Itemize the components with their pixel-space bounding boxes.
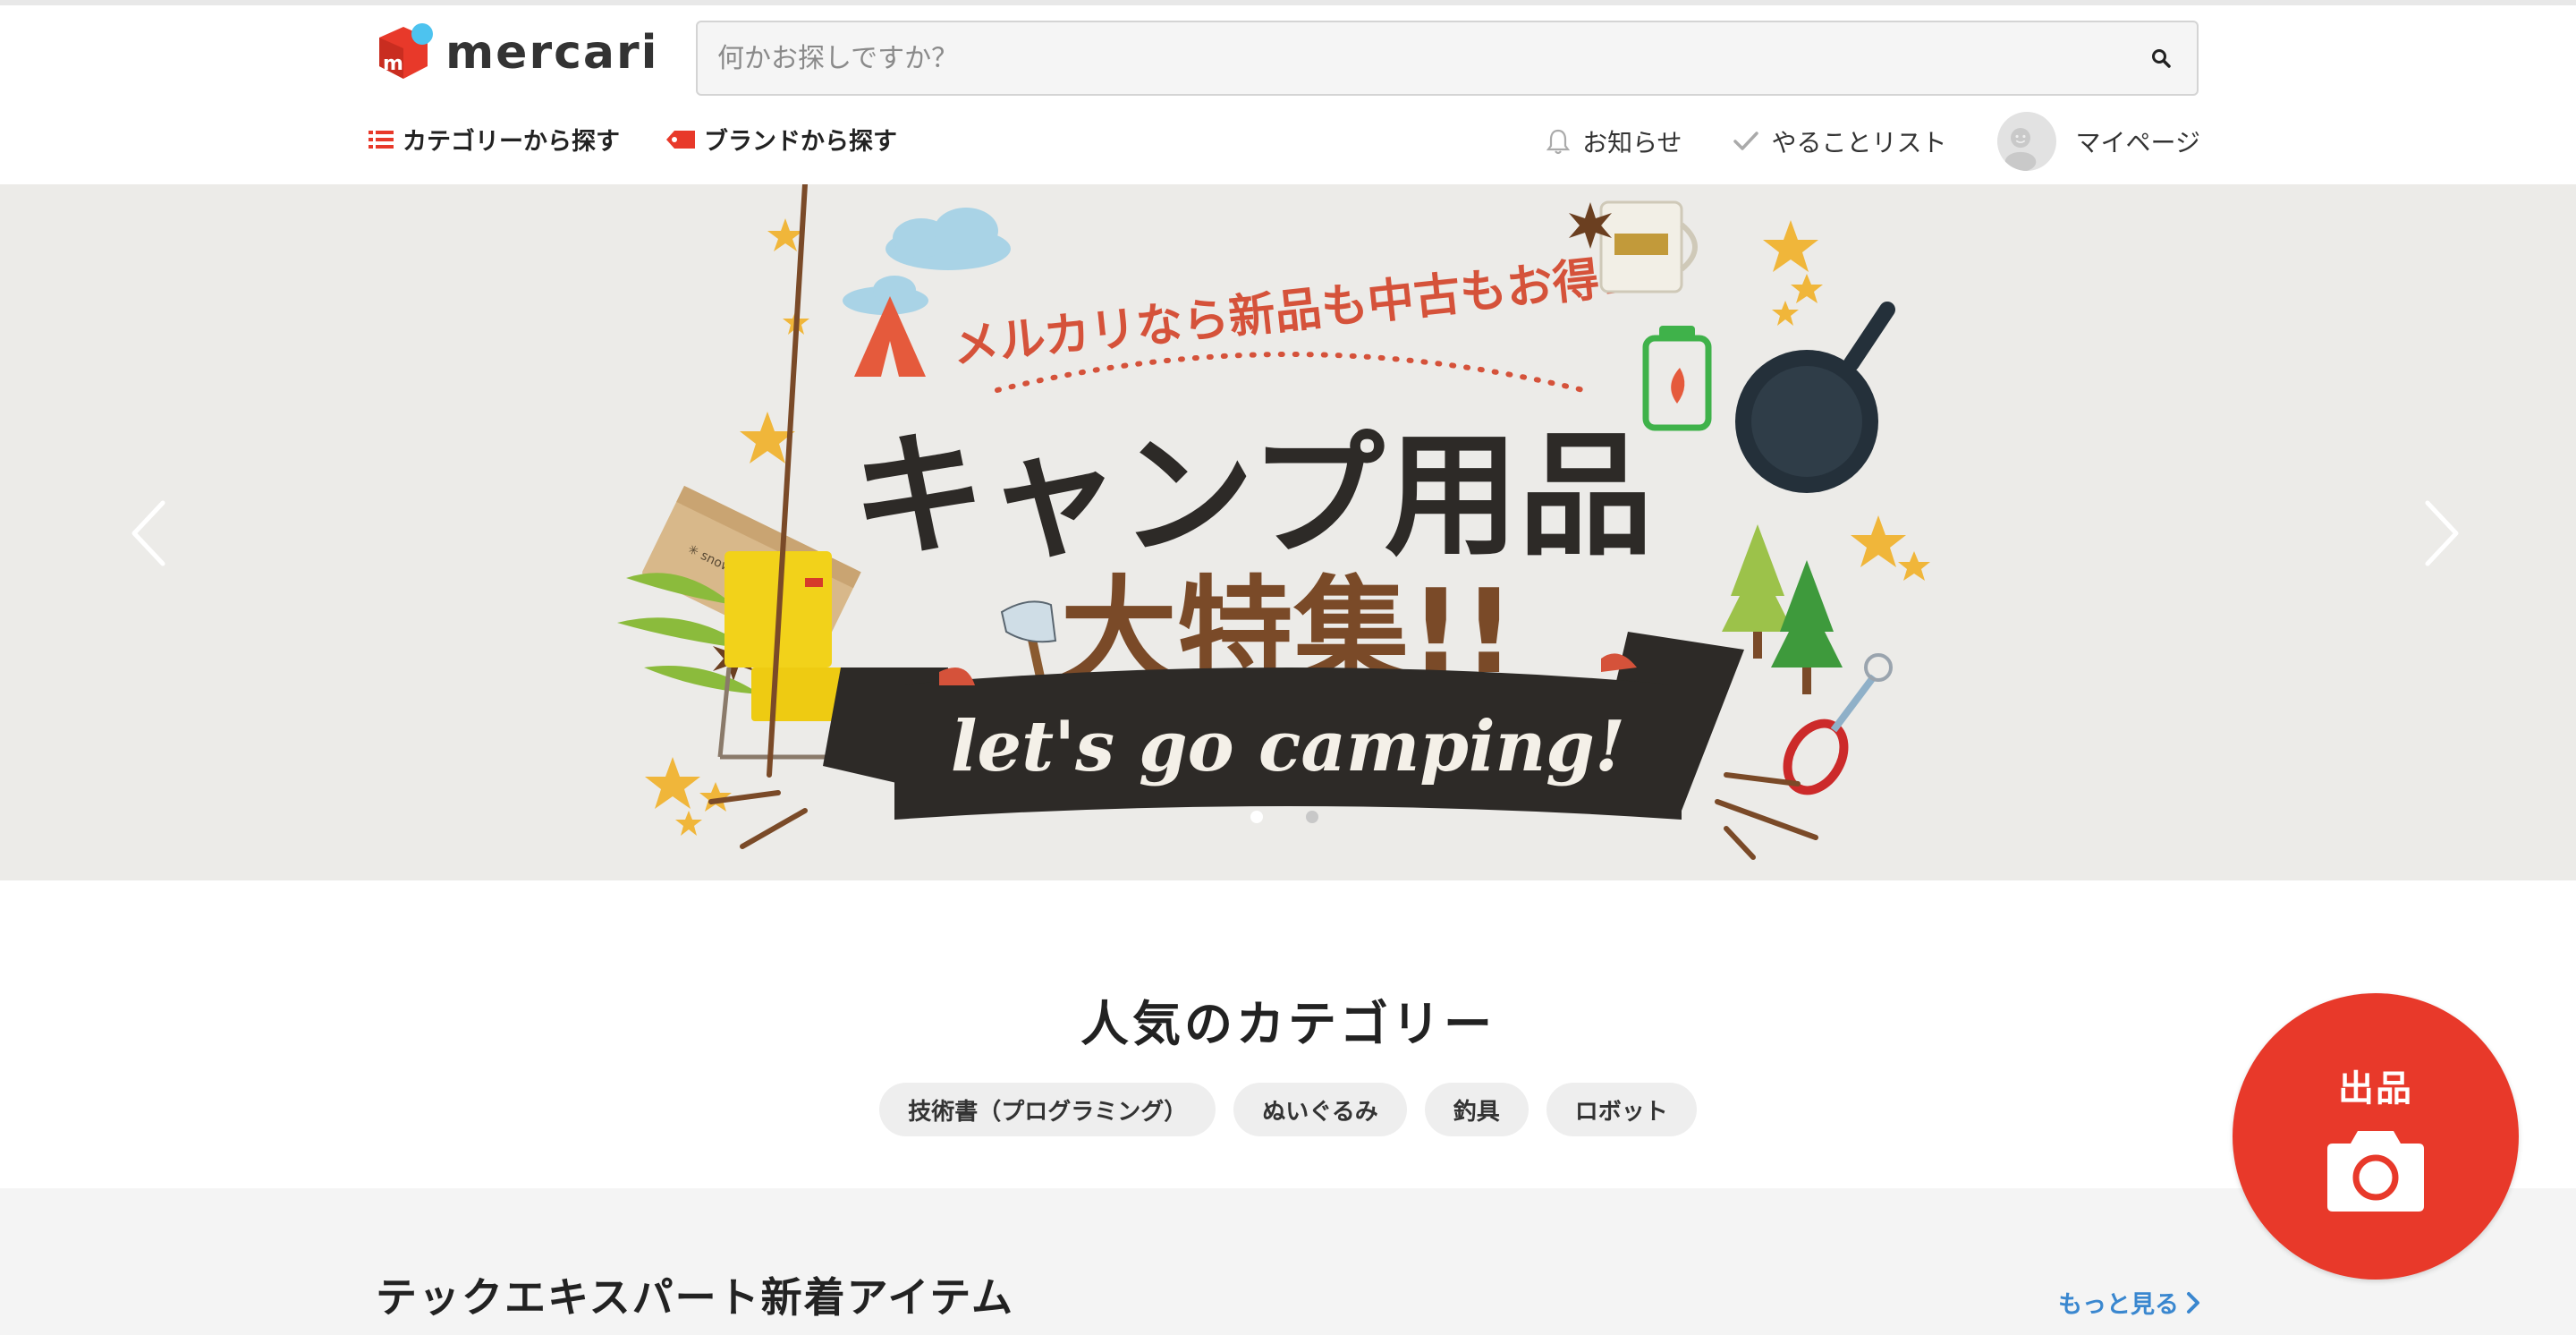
notifications-label: お知らせ (1582, 128, 1682, 157)
category-chip[interactable]: 技術書（プログラミング） (879, 1083, 1216, 1136)
axe-icon (1000, 600, 1057, 687)
mercari-logo-mark: m (374, 23, 433, 82)
banner-headline-top: キャンプ用品 (852, 419, 1653, 574)
category-chip[interactable]: 釣具 (1424, 1083, 1529, 1136)
browse-by-brand-link[interactable]: ブランドから探す (666, 122, 897, 157)
notifications-link[interactable]: お知らせ (1546, 123, 1682, 159)
my-page-link[interactable]: マイページ (1996, 112, 2200, 171)
bell-icon (1546, 129, 1571, 155)
user-nav: お知らせ やることリスト マイページ (1496, 106, 2200, 177)
popular-categories-title: 人気のカテゴリー (1080, 996, 1496, 1052)
search-input[interactable] (698, 22, 2125, 94)
search-icon (2152, 49, 2171, 68)
new-items-section: テックエキスパート新着アイテム もっと見る (0, 1188, 2576, 1335)
see-more-link[interactable]: もっと見る (2058, 1285, 2200, 1320)
my-page-label: マイページ (2075, 128, 2200, 157)
cloud-icon (843, 208, 1011, 315)
category-chip[interactable]: ロボット (1546, 1083, 1697, 1136)
browse-nav: カテゴリーから探す ブランドから探す (369, 122, 944, 157)
todo-list-label: やることリスト (1771, 128, 1947, 157)
carousel-next-button[interactable] (2406, 489, 2478, 578)
chevron-right-icon (2425, 500, 2459, 566)
search-button[interactable] (2125, 22, 2197, 94)
skillet-icon (1735, 302, 1895, 493)
svg-text:m: m (383, 53, 403, 75)
browse-by-brand-label: ブランドから探す (704, 128, 897, 156)
check-icon (1733, 132, 1758, 150)
ribbon-text: let's go camping! (951, 706, 1625, 787)
hero-banner-carousel[interactable]: ✳ snow peak メルカリなら新品も中古もお得! キャンプ用品 大特集!! (0, 184, 2576, 880)
popular-category-chips: 技術書（プログラミング） ぬいぐるみ 釣具 ロボット (0, 1083, 2576, 1136)
carousel-prev-button[interactable] (113, 489, 184, 578)
chevron-left-icon (131, 500, 165, 566)
tree-icon (1722, 524, 1843, 694)
carousel-dot-2[interactable] (1306, 811, 1318, 823)
browse-by-category-link[interactable]: カテゴリーから探す (369, 122, 620, 157)
mug-icon (1599, 200, 1698, 293)
sell-button-label: 出品 (2338, 1068, 2413, 1110)
search-bar (696, 21, 2199, 96)
lantern-icon (1642, 326, 1712, 431)
sell-button[interactable]: 出品 (2233, 993, 2519, 1280)
todo-list-link[interactable]: やることリスト (1733, 123, 1947, 159)
list-icon (369, 130, 394, 149)
category-chip[interactable]: ぬいぐるみ (1233, 1083, 1407, 1136)
see-more-label: もっと見る (2058, 1291, 2179, 1319)
site-header: m mercari カテゴリーから探す (0, 5, 2576, 184)
banner-tagline: メルカリなら新品も中古もお得! (950, 251, 1623, 374)
mercari-logo[interactable]: m mercari (374, 20, 658, 86)
logo-text: mercari (445, 26, 659, 80)
new-items-title: テックエキスパート新着アイテム (376, 1273, 1015, 1322)
carabiner-icon (1783, 653, 1893, 795)
camping-banner-artwork: ✳ snow peak メルカリなら新品も中古もお得! キャンプ用品 大特集!! (617, 184, 1930, 860)
browse-by-category-label: カテゴリーから探す (402, 128, 620, 156)
carousel-dots (1250, 811, 1361, 823)
camera-icon (2327, 1131, 2424, 1212)
carousel-dot-1[interactable] (1250, 811, 1263, 823)
tag-icon (666, 130, 695, 149)
chevron-right-icon (2187, 1291, 2199, 1314)
avatar (1996, 112, 2056, 171)
